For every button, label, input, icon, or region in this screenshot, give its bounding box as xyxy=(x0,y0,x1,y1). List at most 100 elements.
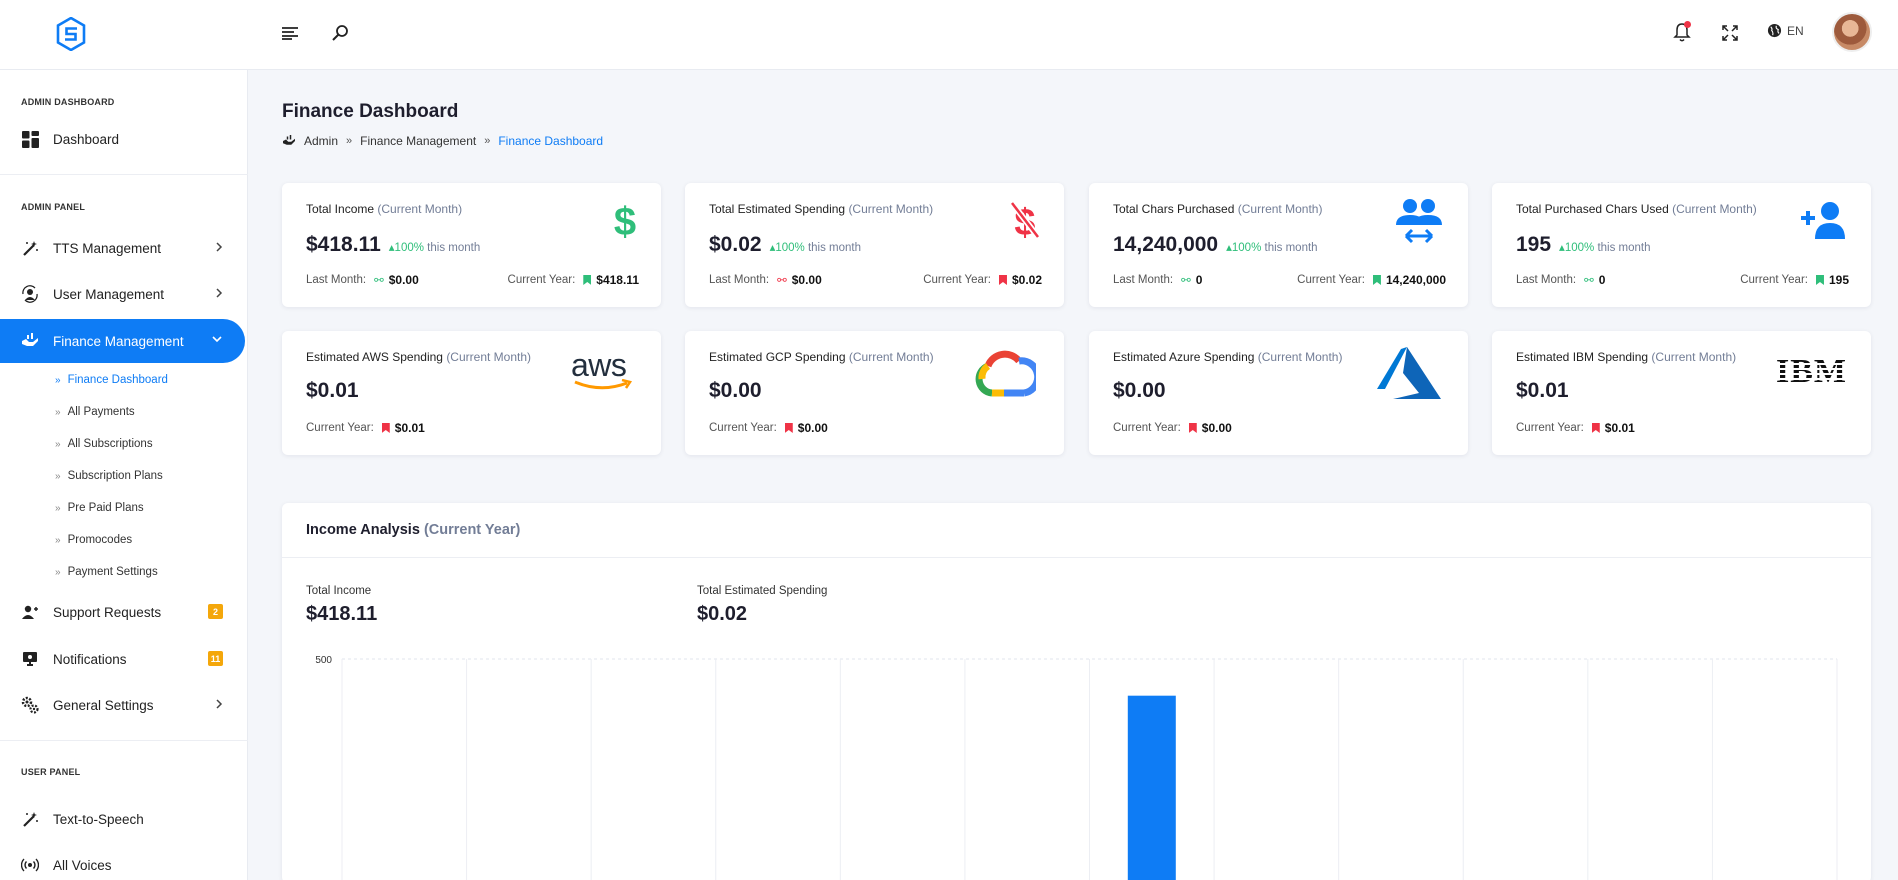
magic-wand-icon xyxy=(21,810,39,828)
language-label: EN xyxy=(1787,23,1804,38)
dollar-off-icon: $ xyxy=(1009,201,1041,241)
card-current-year: Current Year: $0.01 xyxy=(1516,421,1635,435)
sidebar-item-finance-management[interactable]: Finance Management xyxy=(0,319,245,363)
card-title: Total Purchased Chars Used (Current Mont… xyxy=(1516,202,1757,216)
card-value: $0.01 xyxy=(1516,379,1569,402)
sidebar-item-dashboard[interactable]: Dashboard xyxy=(0,118,245,160)
section-title-user-panel: USER PANEL xyxy=(21,767,81,777)
sidebar: ADMIN DASHBOARD Dashboard ADMIN PANEL TT… xyxy=(0,70,248,880)
card-value: $418.11 ▴100% this month xyxy=(306,233,481,256)
card-gcp-spending: Estimated GCP Spending (Current Month) $… xyxy=(685,331,1064,455)
sidebar-item-label: Notifications xyxy=(53,651,127,667)
sidebar-item-all-voices[interactable]: All Voices xyxy=(0,844,245,880)
card-title: Total Income (Current Month) xyxy=(306,202,463,216)
google-cloud-icon xyxy=(975,350,1036,397)
chevron-right-icon xyxy=(216,288,223,298)
user-plus-icon xyxy=(1801,202,1845,239)
card-last-month: Last Month: ⚯ 0 xyxy=(1113,273,1203,287)
top-bar: EN xyxy=(0,0,1898,70)
sidebar-item-label: User Management xyxy=(53,286,165,302)
sidebar-item-tts-management[interactable]: TTS Management xyxy=(0,227,245,269)
sidebar-sub-pre-paid-plans[interactable]: » Pre Paid Plans xyxy=(55,502,144,514)
card-title: Estimated IBM Spending (Current Month) xyxy=(1516,350,1737,364)
chart-y-tick-label: 500 xyxy=(315,655,332,666)
card-total-estimated-spending: Total Estimated Spending (Current Month)… xyxy=(685,183,1064,307)
fullscreen-icon[interactable] xyxy=(1721,24,1739,42)
card-ibm-spending: Estimated IBM Spending (Current Month) $… xyxy=(1492,331,1871,455)
card-value: 195 ▴100% this month xyxy=(1516,233,1651,256)
page-title: Finance Dashboard xyxy=(282,101,459,122)
card-current-year: Current Year: $0.00 xyxy=(709,421,828,435)
card-total-chars-purchased: Total Chars Purchased (Current Month) 14… xyxy=(1089,183,1468,307)
card-current-year: Current Year: $0.02 xyxy=(923,273,1042,287)
sidebar-item-label: Dashboard xyxy=(53,131,120,147)
sidebar-divider xyxy=(0,174,248,175)
sidebar-item-label: TTS Management xyxy=(53,240,162,256)
chart-bar[interactable] xyxy=(1127,695,1176,880)
card-title: Estimated GCP Spending (Current Month) xyxy=(709,350,934,364)
card-current-year: Current Year: 14,240,000 xyxy=(1297,273,1446,287)
panel-header: Income Analysis (Current Year) xyxy=(282,503,1871,558)
card-last-month: Last Month: ⚯ $0.00 xyxy=(306,273,419,287)
users-transfer-icon xyxy=(1396,199,1442,244)
total-spending-label: Total Estimated Spending xyxy=(697,585,828,597)
chevron-right-icon xyxy=(216,699,223,709)
sidebar-sub-finance-dashboard[interactable]: » Finance Dashboard xyxy=(55,374,168,386)
notification-monitor-icon xyxy=(21,650,39,668)
card-title: Estimated Azure Spending (Current Month) xyxy=(1113,350,1343,364)
chevron-down-icon xyxy=(212,336,222,343)
card-value: $0.02 ▴100% this month xyxy=(709,233,862,256)
hand-coins-icon xyxy=(283,135,295,145)
card-current-year: Current Year: $0.00 xyxy=(1113,421,1232,435)
sidebar-item-label: Finance Management xyxy=(53,333,184,349)
card-current-year: Current Year: $418.11 xyxy=(507,273,639,287)
total-spending-value: $0.02 xyxy=(697,603,748,625)
sidebar-sub-subscription-plans[interactable]: » Subscription Plans xyxy=(55,470,163,482)
card-last-month: Last Month: ⚯ 0 xyxy=(1516,273,1606,287)
hand-coins-icon xyxy=(21,332,39,350)
breadcrumb-admin[interactable]: Admin xyxy=(304,134,338,148)
sidebar-item-label: General Settings xyxy=(53,697,154,713)
card-current-year: Current Year: $0.01 xyxy=(306,421,425,435)
card-azure-spending: Estimated Azure Spending (Current Month)… xyxy=(1089,331,1468,455)
menu-icon[interactable] xyxy=(280,25,300,41)
azure-logo-icon xyxy=(1377,347,1441,399)
sidebar-sub-all-payments[interactable]: » All Payments xyxy=(55,406,135,418)
logo-icon[interactable] xyxy=(56,17,86,51)
sidebar-item-user-management[interactable]: User Management xyxy=(0,273,245,315)
search-icon[interactable] xyxy=(330,23,350,43)
total-income-value: $418.11 xyxy=(306,603,378,625)
support-badge: 2 xyxy=(208,604,223,619)
ibm-logo-icon: IBM xyxy=(1776,353,1847,390)
avatar[interactable] xyxy=(1832,12,1872,52)
card-last-month: Last Month: ⚯ $0.00 xyxy=(709,273,822,287)
breadcrumb-finance-management[interactable]: Finance Management xyxy=(360,134,476,148)
support-user-icon xyxy=(21,603,39,621)
language-selector[interactable]: EN xyxy=(1767,23,1804,38)
section-title-admin-dashboard: ADMIN DASHBOARD xyxy=(21,97,115,107)
card-aws-spending: Estimated AWS Spending (Current Month) $… xyxy=(282,331,661,455)
bell-icon[interactable] xyxy=(1671,20,1693,44)
sidebar-divider xyxy=(0,740,248,741)
breadcrumb: Admin » Finance Management » Finance Das… xyxy=(282,134,603,148)
card-title: Estimated AWS Spending (Current Month) xyxy=(306,350,532,364)
card-total-purchased-chars-used: Total Purchased Chars Used (Current Mont… xyxy=(1492,183,1871,307)
total-income-label: Total Income xyxy=(306,585,372,597)
globe-icon xyxy=(1767,23,1782,38)
breadcrumb-separator: » xyxy=(346,135,353,147)
sidebar-sub-all-subscriptions[interactable]: » All Subscriptions xyxy=(55,438,153,450)
sidebar-sub-payment-settings[interactable]: » Payment Settings xyxy=(55,566,158,578)
notifications-badge: 11 xyxy=(208,651,223,666)
sidebar-sub-promocodes[interactable]: » Promocodes xyxy=(55,534,132,546)
sidebar-item-text-to-speech[interactable]: Text-to-Speech xyxy=(0,798,245,840)
breadcrumb-separator: » xyxy=(484,135,491,147)
card-value: $0.00 xyxy=(709,379,762,402)
card-title: Total Estimated Spending (Current Month) xyxy=(709,202,934,216)
sidebar-item-general-settings[interactable]: General Settings xyxy=(0,684,245,726)
sidebar-item-label: Text-to-Speech xyxy=(53,811,144,827)
income-analysis-panel: Income Analysis (Current Year) Total Inc… xyxy=(282,503,1871,880)
sidebar-item-label: All Voices xyxy=(53,857,112,873)
card-title: Total Chars Purchased (Current Month) xyxy=(1113,202,1323,216)
broadcast-icon xyxy=(21,856,39,874)
breadcrumb-finance-dashboard: Finance Dashboard xyxy=(498,134,604,148)
